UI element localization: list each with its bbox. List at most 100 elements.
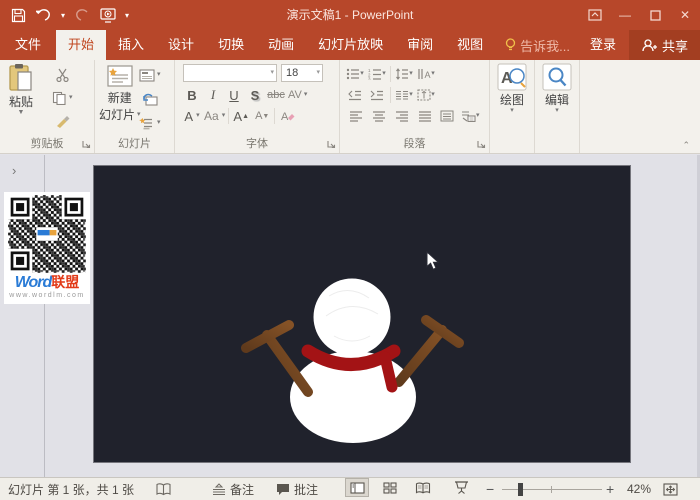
new-slide-icon [105, 63, 135, 89]
bullets-icon[interactable]: ▾ [346, 65, 364, 83]
line-spacing-icon[interactable]: ▾ [395, 65, 413, 83]
tab-transitions[interactable]: 切换 [206, 30, 256, 60]
zoom-in-button[interactable]: + [606, 478, 618, 500]
comment-icon [276, 483, 290, 496]
group-slides: 新建 幻灯片▾ ▾ ▾ 幻灯片 [95, 60, 175, 153]
font-color-label: A [184, 109, 193, 124]
font-size-combo[interactable]: 18▾ [281, 64, 323, 82]
align-right-icon[interactable] [392, 107, 410, 125]
numbering-icon[interactable]: 123▾ [368, 65, 386, 83]
clear-formatting-icon[interactable]: A [278, 107, 296, 125]
customize-qat-icon[interactable]: ▾ [122, 3, 132, 27]
tab-animations[interactable]: 动画 [256, 30, 306, 60]
tab-home[interactable]: 开始 [56, 30, 106, 60]
grow-font-label: A [233, 109, 242, 124]
italic-button[interactable]: I [204, 86, 222, 104]
columns-icon[interactable]: ▾ [395, 86, 413, 104]
change-case-button[interactable]: Aa▾ [204, 107, 225, 125]
brand-logo: Word联盟 [7, 273, 87, 292]
notes-button[interactable]: 备注 [212, 478, 254, 500]
font-dialog-launcher[interactable] [327, 140, 337, 150]
text-shadow-button[interactable]: S [246, 86, 264, 104]
svg-text:3: 3 [368, 77, 371, 81]
tab-insert[interactable]: 插入 [106, 30, 156, 60]
drawing-label: 绘图 [500, 91, 524, 108]
minimize-icon[interactable]: — [610, 0, 640, 30]
notes-label: 备注 [230, 481, 254, 498]
proofing-icon[interactable] [156, 478, 171, 500]
bold-button[interactable]: B [183, 86, 201, 104]
section-icon[interactable]: ▾ [139, 114, 161, 132]
font-color-button[interactable]: A▾ [183, 107, 201, 125]
ribbon-display-options-icon[interactable] [580, 0, 610, 30]
paragraph-dialog-launcher[interactable] [477, 140, 487, 150]
smartart-convert-icon[interactable]: ▾ [461, 107, 480, 125]
grow-font-button[interactable]: A▲ [232, 107, 250, 125]
zoom-slider[interactable] [502, 478, 602, 500]
editing-button[interactable]: 编辑 ▾ [542, 63, 572, 114]
lightbulb-icon [505, 38, 516, 52]
tab-slideshow[interactable]: 幻灯片放映 [306, 30, 395, 60]
copy-icon[interactable]: ▾ [52, 89, 73, 107]
svg-text:A: A [281, 111, 289, 123]
shrink-font-button[interactable]: A▼ [253, 107, 271, 125]
collapse-ribbon-icon[interactable]: ⌃ [682, 140, 690, 151]
comments-button[interactable]: 批注 [276, 478, 318, 500]
underline-button[interactable]: U [225, 86, 243, 104]
zoom-out-button[interactable]: − [486, 478, 498, 500]
character-spacing-button[interactable]: AV▾ [288, 86, 307, 104]
zoom-slider-thumb[interactable] [518, 483, 523, 496]
redo-icon[interactable] [70, 3, 94, 27]
save-icon[interactable] [6, 3, 30, 27]
clipboard-dialog-launcher[interactable] [82, 140, 92, 150]
group-clipboard: 粘贴 ▼ ▾ 剪贴板 [0, 60, 95, 153]
share-label: 共享 [662, 36, 688, 55]
font-size-value: 18 [286, 67, 298, 79]
new-slide-label1: 新建 [108, 89, 132, 106]
drawing-button[interactable]: A 绘图 ▾ [497, 63, 527, 114]
start-slideshow-icon[interactable] [96, 3, 120, 27]
cut-icon[interactable] [52, 66, 73, 84]
view-reading-icon[interactable] [411, 478, 435, 497]
maximize-icon[interactable] [640, 0, 670, 30]
align-left-icon[interactable] [346, 107, 364, 125]
decrease-indent-icon[interactable] [346, 86, 364, 104]
format-painter-icon[interactable] [52, 112, 73, 130]
increase-indent-icon[interactable] [368, 86, 386, 104]
fit-slide-icon[interactable] [663, 478, 678, 500]
reset-slide-icon[interactable] [139, 90, 161, 108]
tab-review[interactable]: 审阅 [395, 30, 445, 60]
drawing-icon: A [497, 63, 527, 91]
slide-layout-icon[interactable]: ▾ [139, 66, 161, 84]
tellme-box[interactable]: 告诉我... [495, 30, 580, 60]
justify-icon[interactable] [415, 107, 433, 125]
view-sorter-icon[interactable] [378, 478, 402, 497]
distribute-icon[interactable] [438, 107, 456, 125]
paste-button[interactable]: 粘贴 ▼ [8, 63, 34, 116]
align-text-icon[interactable]: ▾ [417, 86, 435, 104]
font-name-combo[interactable]: ▾ [183, 64, 277, 82]
share-button[interactable]: 共享 [629, 30, 700, 60]
snowman-graphic[interactable] [94, 166, 630, 462]
group-label-slides: 幻灯片 [95, 135, 174, 151]
align-center-icon[interactable] [369, 107, 387, 125]
slide-canvas[interactable] [93, 165, 631, 463]
undo-dropdown-icon[interactable]: ▾ [58, 3, 68, 27]
new-slide-button[interactable]: 新建 幻灯片▾ [99, 63, 141, 123]
strikethrough-button[interactable]: abc [267, 86, 285, 104]
expand-thumbnails-icon[interactable]: › [12, 163, 16, 178]
brand-url: www.wordlm.com [7, 292, 87, 299]
tab-file[interactable]: 文件 [0, 30, 56, 60]
text-direction-icon[interactable]: A▾ [417, 65, 435, 83]
zoom-level[interactable]: 42% [627, 478, 651, 500]
view-slideshow-icon[interactable] [449, 478, 473, 497]
tab-design[interactable]: 设计 [156, 30, 206, 60]
view-normal-icon[interactable] [345, 478, 369, 497]
slide-counter[interactable]: 幻灯片 第 1 张，共 1 张 [8, 478, 134, 500]
close-icon[interactable]: ✕ [670, 0, 700, 30]
tab-view[interactable]: 视图 [445, 30, 495, 60]
signin-button[interactable]: 登录 [580, 30, 626, 60]
undo-icon[interactable] [32, 3, 56, 27]
snowman-right-arm [399, 330, 442, 382]
paste-label: 粘贴 [9, 93, 33, 110]
